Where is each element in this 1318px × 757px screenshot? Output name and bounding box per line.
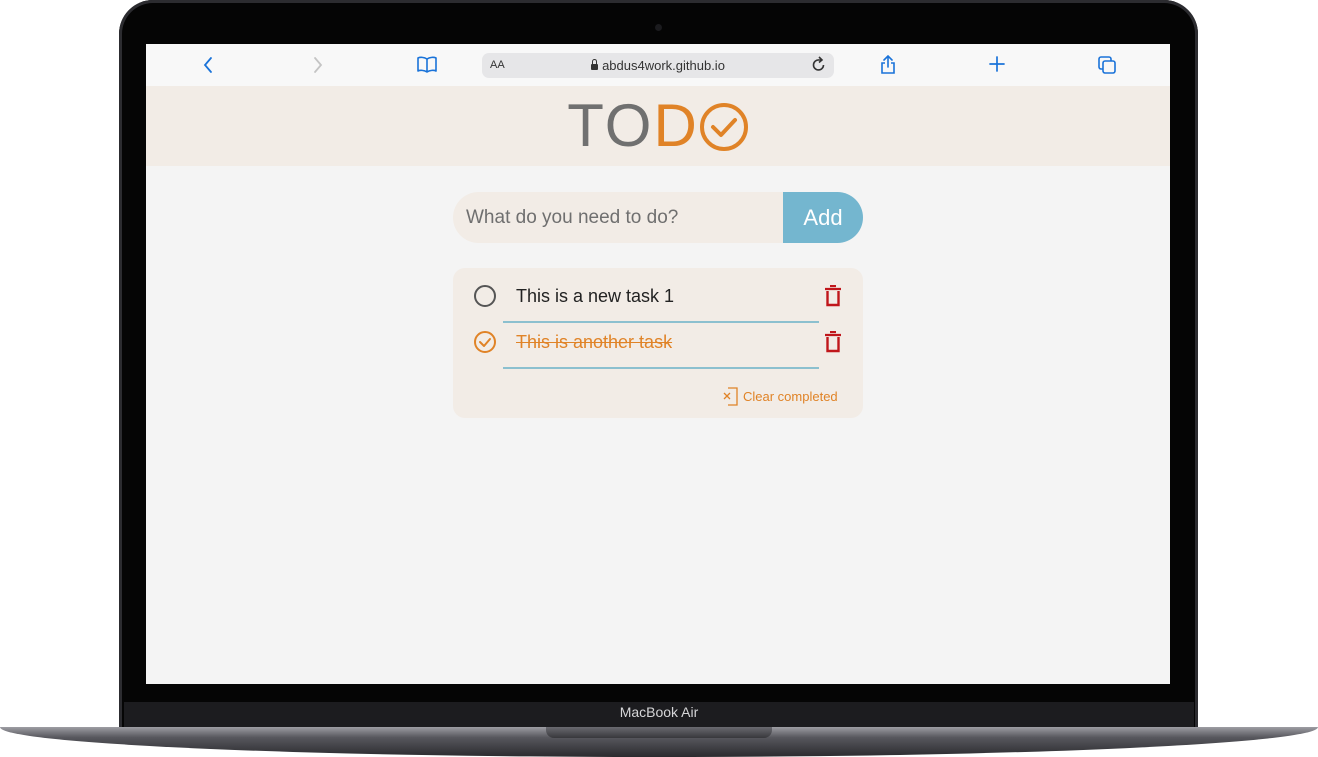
camera: [655, 24, 662, 31]
trash-icon[interactable]: [824, 331, 842, 353]
reload-icon[interactable]: [812, 56, 826, 77]
lock-icon: [591, 59, 599, 70]
todo-logo: TOD: [146, 96, 1170, 156]
task-text: This is another task: [516, 332, 673, 352]
book-icon[interactable]: [415, 55, 439, 75]
app-header: TOD: [146, 86, 1170, 166]
task-text-field[interactable]: This is another task: [503, 324, 819, 369]
logo-check-circle-icon: [699, 103, 748, 151]
clear-document-icon: [723, 386, 738, 406]
url-domain: abdus4work.github.io: [602, 58, 725, 73]
task-item: This is another task: [453, 324, 863, 370]
chevron-right-icon[interactable]: [306, 55, 330, 75]
logo-text-grey: TO: [567, 92, 654, 159]
device-model-label: MacBook Air: [619, 704, 699, 720]
tabs-icon[interactable]: [1095, 55, 1119, 75]
add-task-form: Add: [453, 192, 863, 243]
laptop-notch: [546, 727, 772, 738]
task-text-field[interactable]: This is a new task 1: [503, 278, 819, 323]
logo-text-orange: D: [653, 92, 699, 159]
new-task-input[interactable]: [453, 192, 783, 243]
task-list: This is a new task 1 This is another tas…: [453, 268, 863, 418]
clear-completed-button[interactable]: Clear completed: [723, 386, 838, 406]
browser-toolbar: AA abdus4work.github.io: [146, 44, 1170, 86]
checked-circle-icon[interactable]: [473, 330, 497, 354]
chevron-left-icon[interactable]: [196, 55, 220, 75]
share-icon[interactable]: [876, 54, 900, 75]
task-text: This is a new task 1: [516, 286, 675, 306]
url-text: abdus4work.github.io: [482, 58, 834, 73]
plus-icon[interactable]: [985, 55, 1009, 75]
add-button[interactable]: Add: [783, 192, 863, 243]
clear-completed-label: Clear completed: [743, 388, 838, 404]
task-item: This is a new task 1: [453, 278, 863, 324]
screen: AA abdus4work.github.io TOD Add: [146, 44, 1170, 684]
address-bar[interactable]: AA abdus4work.github.io: [482, 53, 834, 78]
unchecked-circle-icon[interactable]: [473, 284, 497, 308]
trash-icon[interactable]: [824, 285, 842, 307]
